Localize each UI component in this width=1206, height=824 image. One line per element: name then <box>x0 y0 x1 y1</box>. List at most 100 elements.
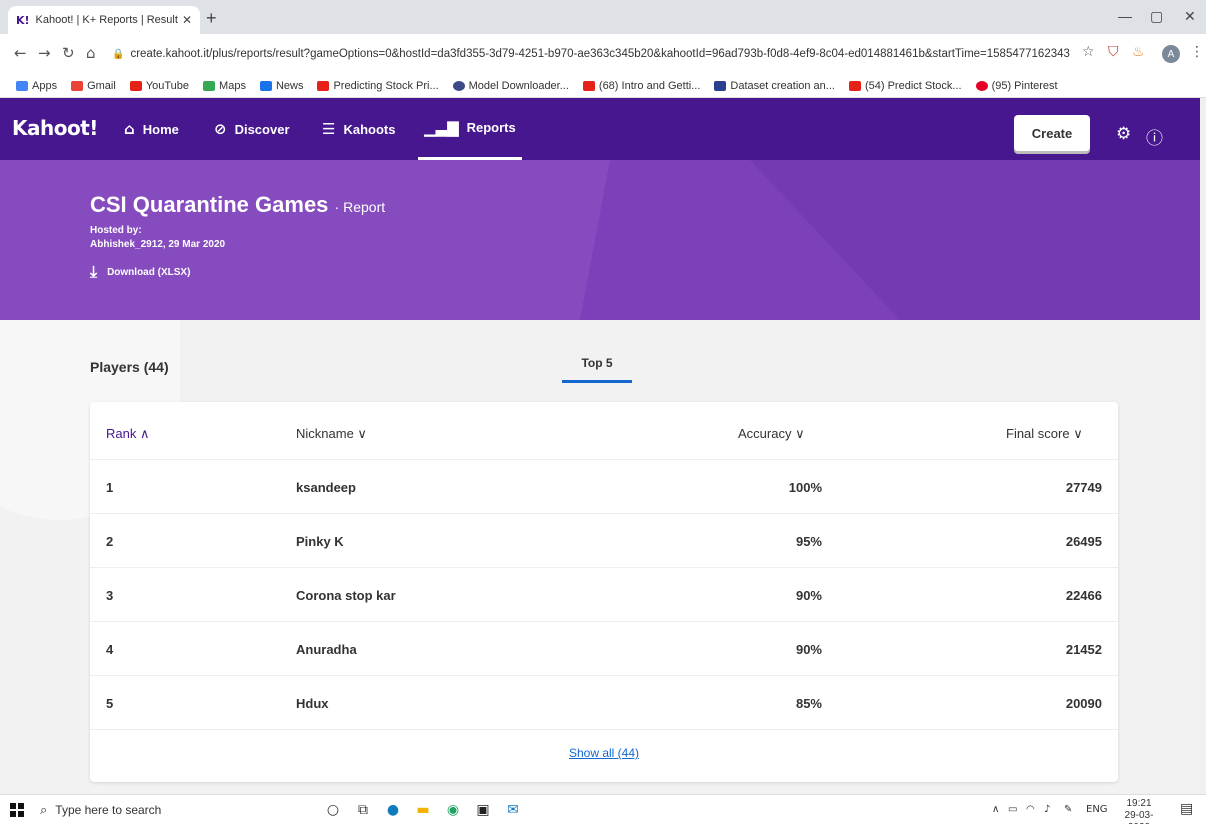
bookmark-youtube[interactable]: YouTube <box>129 80 189 92</box>
minimize-icon[interactable]: — <box>1118 8 1132 24</box>
show-all-link[interactable]: Show all (44) <box>90 746 1118 760</box>
bookmark-model-downloader[interactable]: Model Downloader... <box>452 80 569 92</box>
bookmark-predict-stock[interactable]: (54) Predict Stock... <box>848 80 962 92</box>
score-cell: 21452 <box>1065 642 1102 657</box>
table-row[interactable]: 4 Anuradha 90% 21452 <box>90 622 1118 676</box>
notification-icon[interactable]: ▤ <box>1180 801 1193 817</box>
kahoot-logo[interactable]: Kahoot! <box>12 116 98 140</box>
circle-logo-icon <box>452 80 465 91</box>
new-tab-icon[interactable]: + <box>206 8 217 29</box>
pen-icon[interactable]: ✎ <box>1064 804 1072 815</box>
taskbar-clock[interactable]: 19:21 29-03-2020 <box>1114 798 1164 824</box>
table-header: Rank ∧ Nickname ∨ Accuracy ∨ Final score… <box>90 402 1118 460</box>
create-button[interactable]: Create <box>1014 115 1090 151</box>
bookmark-apps[interactable]: Apps <box>16 80 57 92</box>
accuracy-cell: 95% <box>795 534 822 549</box>
bar-chart-icon: ▁▃▇ <box>424 118 459 137</box>
home-icon: ⌂ <box>124 120 135 138</box>
report-title: CSI Quarantine Games · Report <box>90 192 386 217</box>
youtube-icon <box>317 80 330 91</box>
battery-icon[interactable]: ▭ <box>1008 804 1017 815</box>
download-xlsx-link[interactable]: ⤓ Download (XLSX) <box>90 262 190 282</box>
sort-rank-header[interactable]: Rank ∧ <box>106 426 149 442</box>
report-header: CSI Quarantine Games · Report Hosted by:… <box>0 160 1200 320</box>
bookmark-gmail[interactable]: Gmail <box>71 80 116 92</box>
rank-cell: 3 <box>106 588 114 603</box>
wifi-icon[interactable]: ◠ <box>1026 804 1035 815</box>
players-count: Players (44) <box>90 359 169 375</box>
rank-cell: 4 <box>106 642 114 657</box>
profile-avatar[interactable]: A <box>1162 45 1180 63</box>
task-view-icon[interactable]: ⧉ <box>354 801 372 819</box>
rank-cell: 1 <box>106 480 114 495</box>
windows-taskbar: ⌕ Type here to search ○ ⧉ ● ▬ ◉ ▣ ✉ ∧ ▭ … <box>0 794 1206 824</box>
star-icon[interactable]: ☆ <box>1082 44 1095 60</box>
sort-final-score-header[interactable]: Final score ∨ <box>1006 426 1083 442</box>
reload-icon[interactable]: ↻ <box>62 44 75 62</box>
pinterest-icon <box>975 80 988 91</box>
table-row[interactable]: 3 Corona stop kar 90% 22466 <box>90 568 1118 622</box>
sort-nickname-header[interactable]: Nickname ∨ <box>296 426 367 442</box>
home-icon[interactable]: ⌂ <box>86 44 96 62</box>
tab-top5[interactable]: Top 5 <box>562 356 632 383</box>
edge-icon[interactable]: ● <box>384 801 402 819</box>
rank-cell: 2 <box>106 534 114 549</box>
table-row[interactable]: 1 ksandeep 100% 27749 <box>90 460 1118 514</box>
browser-toolbar: ← → ↻ ⌂ 🔒 create.kahoot.it/plus/reports/… <box>0 34 1206 74</box>
file-explorer-icon[interactable]: ▬ <box>414 801 432 819</box>
download-icon: ⤓ <box>90 262 98 281</box>
apps-grid-icon <box>16 80 28 91</box>
bookmark-maps[interactable]: Maps <box>203 80 246 92</box>
sort-accuracy-header[interactable]: Accuracy ∨ <box>738 426 805 442</box>
tab-title: Kahoot! | K+ Reports | Result <box>35 14 178 26</box>
menu-kebab-icon[interactable]: ⋮ <box>1190 44 1204 60</box>
bookmark-predicting-stock[interactable]: Predicting Stock Pri... <box>317 80 439 92</box>
window-close-icon[interactable]: ✕ <box>1184 8 1196 25</box>
nickname-cell: Anuradha <box>296 642 357 657</box>
report-title-suffix: · Report <box>334 199 386 215</box>
nav-discover[interactable]: ⊘ Discover <box>214 98 290 160</box>
url-text: create.kahoot.it/plus/reports/result?gam… <box>130 48 1070 60</box>
mail-icon[interactable]: ✉ <box>504 801 522 819</box>
nav-kahoots[interactable]: ☰ Kahoots <box>322 98 395 160</box>
volume-icon[interactable]: ♪ <box>1044 804 1050 815</box>
maximize-icon[interactable]: ▢ <box>1150 8 1163 25</box>
bookmark-pinterest[interactable]: (95) Pinterest <box>975 80 1058 92</box>
hosted-by: Hosted by: Abhishek_2912, 29 Mar 2020 <box>90 225 226 250</box>
table-row[interactable]: 2 Pinky K 95% 26495 <box>90 514 1118 568</box>
taskbar-search[interactable]: ⌕ Type here to search <box>40 795 280 824</box>
forward-icon[interactable]: → <box>38 44 51 62</box>
bookmark-dataset-creation[interactable]: Dataset creation an... <box>714 80 835 92</box>
nickname-cell: Hdux <box>296 696 329 711</box>
windows-start-icon[interactable] <box>10 803 24 817</box>
table-row[interactable]: 5 Hdux 85% 20090 <box>90 676 1118 730</box>
language-indicator[interactable]: ENG <box>1086 804 1108 815</box>
cortana-icon[interactable]: ○ <box>324 801 342 819</box>
nickname-cell: Corona stop kar <box>296 588 396 603</box>
extension-shield-icon[interactable]: ⛉ <box>1108 44 1119 60</box>
nav-home[interactable]: ⌂ Home <box>124 98 179 160</box>
score-cell: 22466 <box>1065 588 1102 603</box>
search-icon: ⌕ <box>40 802 48 818</box>
page-scrollbar[interactable] <box>1200 98 1206 794</box>
tray-chevron-icon[interactable]: ∧ <box>992 804 999 815</box>
browser-tab[interactable]: K! Kahoot! | K+ Reports | Result ✕ <box>8 6 200 34</box>
close-icon[interactable]: ✕ <box>182 13 192 27</box>
players-table: Rank ∧ Nickname ∨ Accuracy ∨ Final score… <box>90 402 1118 782</box>
list-icon: ☰ <box>322 120 336 138</box>
nav-reports[interactable]: ▁▃▇ Reports <box>418 98 522 160</box>
chrome-icon[interactable]: ◉ <box>444 801 462 819</box>
help-icon[interactable]: ⓘ <box>1146 124 1163 149</box>
rank-cell: 5 <box>106 696 114 711</box>
kahoot-favicon-icon: K! <box>16 13 30 27</box>
compass-icon: ⊘ <box>214 120 227 138</box>
bookmark-intro[interactable]: (68) Intro and Getti... <box>582 80 700 92</box>
address-bar[interactable]: 🔒 create.kahoot.it/plus/reports/result?g… <box>112 42 1072 66</box>
bookmark-news[interactable]: News <box>259 80 303 92</box>
accuracy-cell: 100% <box>788 480 822 495</box>
settings-gear-icon[interactable]: ⚙ <box>1116 124 1131 144</box>
back-icon[interactable]: ← <box>14 44 27 62</box>
store-icon[interactable]: ▣ <box>474 801 492 819</box>
browser-tabstrip: K! Kahoot! | K+ Reports | Result ✕ + — ▢… <box>0 0 1206 34</box>
extension-flame-icon[interactable]: ♨ <box>1132 44 1145 60</box>
